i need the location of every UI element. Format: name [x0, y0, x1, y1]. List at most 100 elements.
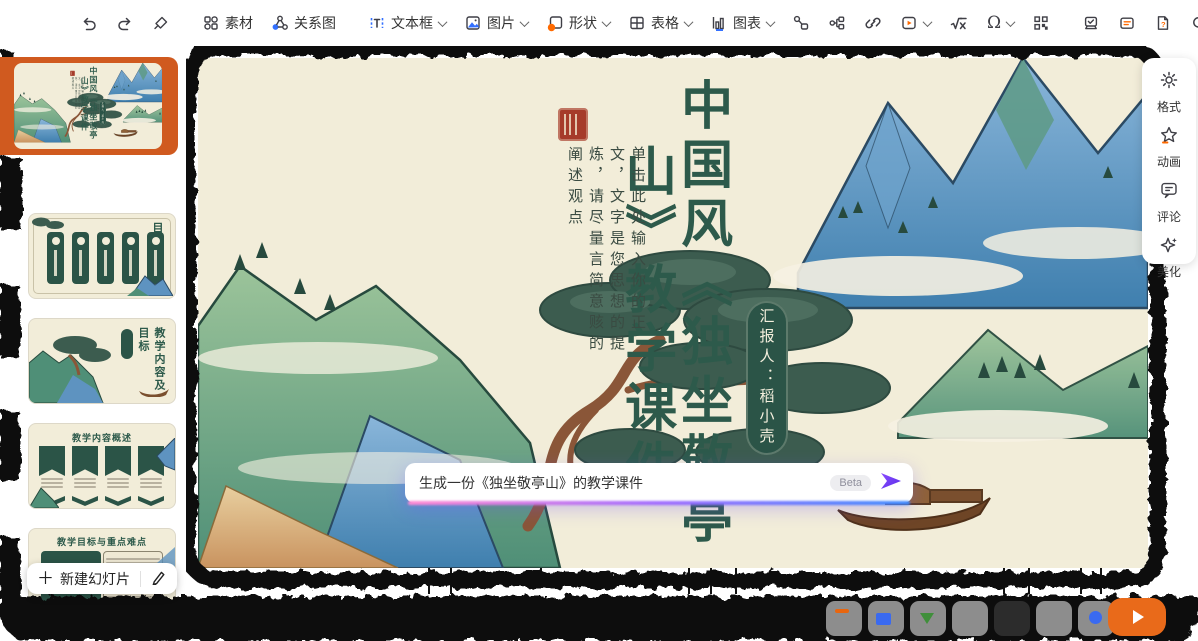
- comments-panel-button[interactable]: 评论: [1157, 180, 1181, 225]
- star-icon: [1159, 125, 1179, 150]
- org-chart-button[interactable]: [822, 9, 852, 37]
- comment-bubble-icon: [1159, 180, 1179, 205]
- taskbar-item[interactable]: [826, 601, 862, 636]
- right-mountains: [104, 63, 162, 102]
- formula-button[interactable]: [943, 9, 975, 37]
- plus-icon: ＋: [37, 570, 54, 587]
- redo-icon: [116, 14, 134, 32]
- slide-canvas-content: 中国风《独坐敬亭 山》教学课件 单击此处输入你的正文，文字是您思想的提炼，请尽量…: [14, 63, 162, 143]
- thumb3-boat-art: [139, 387, 169, 397]
- new-slide-label: 新建幻灯片: [60, 569, 130, 589]
- thumb3-mountain-art: [29, 329, 119, 403]
- slide-thumbnail-3[interactable]: 教学内容及目标: [28, 318, 176, 404]
- toc-pine-art: [31, 216, 65, 232]
- present-play-button[interactable]: [1108, 598, 1166, 636]
- bottom-taskbar: [826, 601, 1114, 636]
- thumb1-content: 中国风《独坐敬亭 山》教学课件 单击此处输入你的正文，文字是您思想的提炼，请尽量…: [14, 63, 162, 66]
- svg-text:?: ?: [1161, 20, 1166, 29]
- chart-button[interactable]: 图表: [704, 8, 780, 38]
- notes-panel-icon: [1118, 14, 1136, 32]
- thumbnail-1-selected-wrap: 中国风《独坐敬亭 山》教学课件 单击此处输入你的正文，文字是您思想的提炼，请尽量…: [0, 57, 178, 155]
- left-mountains: [198, 242, 560, 568]
- animation-panel-button[interactable]: 动画: [1157, 125, 1181, 170]
- comments-panel-label: 评论: [1157, 208, 1181, 225]
- image-button[interactable]: 图片: [458, 8, 534, 38]
- chevron-down-icon: [520, 17, 530, 27]
- chevron-down-icon: [923, 17, 933, 27]
- media-icon: [900, 14, 918, 32]
- thumb3-title: 教学内容及目标: [135, 327, 167, 393]
- materials-label: 素材: [225, 13, 253, 33]
- format-panel-button[interactable]: 格式: [1157, 70, 1181, 115]
- chevron-down-icon: [684, 17, 694, 27]
- red-seal-stamp: [558, 108, 588, 141]
- presenter-plaque[interactable]: 汇报人：稻小壳: [99, 101, 106, 125]
- smart-diagram-icon: [792, 14, 810, 32]
- send-icon[interactable]: [879, 470, 903, 497]
- stamp-button[interactable]: [1076, 9, 1106, 37]
- materials-button[interactable]: 素材: [196, 8, 259, 38]
- format-painter-icon: [152, 14, 170, 32]
- ai-command-bar[interactable]: 生成一份《独坐敬亭山》的教学课件 Beta: [405, 463, 913, 503]
- noise-blob: [0, 286, 20, 358]
- slide-title-column-right[interactable]: 中国风《独坐敬亭: [88, 66, 97, 141]
- slide-body-placeholder[interactable]: 单击此处输入你的正文，文字是您思想的提炼，请尽量言简意赅的阐述观点: [71, 77, 84, 113]
- smart-diagram-button[interactable]: [786, 9, 816, 37]
- qrcode-button[interactable]: [1026, 9, 1056, 37]
- slide-body-placeholder[interactable]: 单击此处输入你的正文，文字是您思想的提炼，请尽量言简意赅的阐述观点: [564, 146, 648, 374]
- textbox-label: 文本框: [391, 13, 433, 33]
- chevron-down-icon: [602, 17, 612, 27]
- hyperlink-icon: [864, 14, 882, 32]
- org-chart-icon: [828, 14, 846, 32]
- noise-blob: [0, 412, 20, 480]
- image-label: 图片: [487, 13, 515, 33]
- hyperlink-button[interactable]: [858, 9, 888, 37]
- symbol-button[interactable]: Ω: [981, 8, 1020, 38]
- image-icon: [464, 14, 482, 32]
- taskbar-item[interactable]: [1036, 601, 1072, 636]
- chevron-down-icon: [766, 17, 776, 27]
- taskbar-item[interactable]: [868, 601, 904, 636]
- media-button[interactable]: [894, 9, 937, 37]
- shape-button[interactable]: 形状: [540, 8, 616, 38]
- presenter-text: 汇报人：稻小壳: [757, 308, 778, 448]
- chart-icon: [710, 14, 728, 32]
- relation-chart-button[interactable]: 关系图: [265, 8, 342, 38]
- slide-thumbnail-2[interactable]: 目录: [28, 213, 176, 299]
- taskbar-item[interactable]: [910, 601, 946, 636]
- slide-canvas[interactable]: 中国风《独坐敬亭 山》教学课件 单击此处输入你的正文，文字是您思想的提炼，请尽量…: [198, 58, 1148, 568]
- notes-panel-button[interactable]: [1112, 9, 1142, 37]
- search-icon: [1190, 14, 1198, 32]
- presenter-plaque[interactable]: 汇报人：稻小壳: [746, 301, 788, 455]
- thumb4-mountain-art: [147, 438, 175, 478]
- noise-blob: [0, 538, 20, 600]
- ai-command-text[interactable]: 生成一份《独坐敬亭山》的教学课件: [419, 473, 822, 493]
- ai-pen-icon[interactable]: [151, 569, 167, 588]
- thumb3-badge: [121, 329, 133, 359]
- search-button[interactable]: [1184, 9, 1198, 37]
- slide-thumbnail-1[interactable]: 中国风《独坐敬亭 山》教学课件 单击此处输入你的正文，文字是您思想的提炼，请尽量…: [14, 63, 162, 149]
- new-slide-button[interactable]: ＋ 新建幻灯片: [27, 563, 177, 594]
- format-painter-button[interactable]: [146, 9, 176, 37]
- redo-button[interactable]: [110, 9, 140, 37]
- right-mid-mountain: [888, 330, 1148, 442]
- beautify-panel-button[interactable]: 美化: [1157, 235, 1181, 280]
- taskbar-item[interactable]: [994, 601, 1030, 636]
- help-doc-button[interactable]: ?: [1148, 9, 1178, 37]
- relation-chart-icon: [271, 14, 289, 32]
- thumb4-mountain-art2: [29, 482, 59, 508]
- textbox-button[interactable]: 文本框: [362, 8, 452, 38]
- noise-ticks: [186, 566, 1198, 596]
- formula-icon: [949, 14, 969, 32]
- boat-art: [114, 129, 138, 136]
- beta-badge: Beta: [830, 475, 871, 491]
- undo-button[interactable]: [74, 9, 104, 37]
- right-tool-panel: 格式 动画 评论 美化: [1142, 58, 1196, 264]
- right-mountains: [773, 58, 1148, 308]
- taskbar-item[interactable]: [952, 601, 988, 636]
- presenter-text: 汇报人：稻小壳: [101, 102, 104, 124]
- red-seal-stamp: [70, 71, 75, 76]
- table-label: 表格: [651, 13, 679, 33]
- slide-thumbnail-4[interactable]: 教学内容概述: [28, 423, 176, 509]
- table-button[interactable]: 表格: [622, 8, 698, 38]
